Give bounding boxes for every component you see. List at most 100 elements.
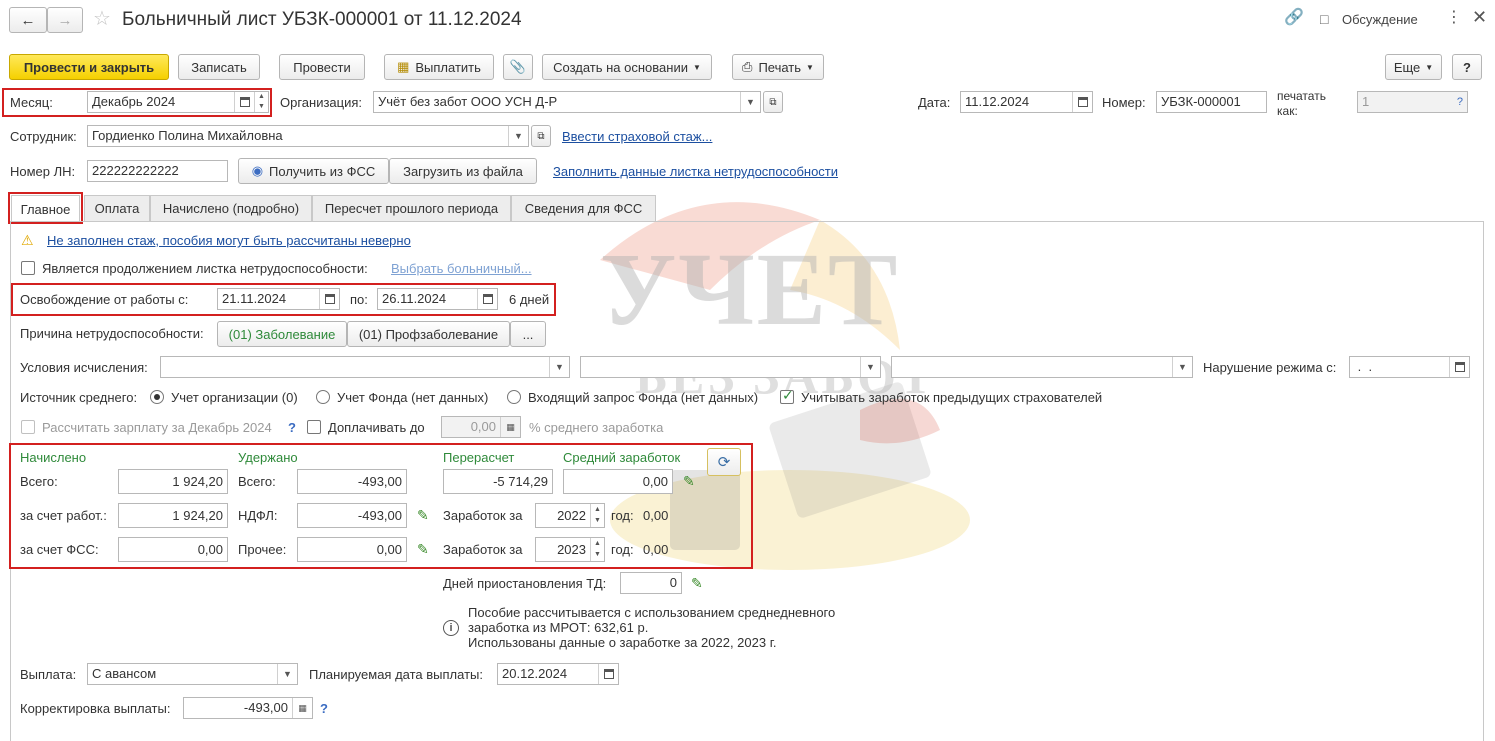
calendar-icon[interactable] [598, 664, 618, 684]
tab-payment[interactable]: Оплата [84, 195, 150, 221]
chevron-down-icon[interactable]: ▼ [1172, 357, 1192, 377]
calendar-icon[interactable] [234, 92, 254, 112]
favorite-star-icon[interactable]: ☆ [93, 8, 111, 30]
forward-button[interactable]: → [47, 7, 83, 33]
link-icon[interactable]: 🔗 [1284, 10, 1304, 26]
avg-source-org-radio[interactable] [150, 390, 164, 404]
chevron-down-icon[interactable]: ▼ [860, 357, 880, 377]
withheld-total-label: Всего: [238, 474, 276, 489]
release-from-field[interactable]: 21.11.2024 [217, 288, 340, 310]
chevron-down-icon[interactable]: ▼ [740, 92, 760, 112]
recalc-total-field[interactable]: -5 714,29 [443, 469, 553, 494]
suspend-field[interactable]: 0 [620, 572, 682, 594]
month-label: Месяц: [10, 95, 53, 110]
other-label: Прочее: [238, 542, 287, 557]
print-as-field[interactable]: 1 ? [1357, 91, 1468, 113]
employer-field[interactable]: 1 924,20 [118, 503, 228, 528]
earn1-year-label: год: [611, 508, 634, 523]
month-field[interactable]: Декабрь 2024 ▲ ▼ [87, 91, 269, 113]
continuation-label: Является продолжением листка нетрудоспос… [42, 261, 368, 276]
print-button[interactable]: ⎙ Печать ▼ [732, 54, 824, 80]
violation-field[interactable]: . . [1349, 356, 1470, 378]
reason-occupational-button[interactable]: (01) Профзаболевание [347, 321, 510, 347]
month-stepper[interactable]: ▲ ▼ [254, 92, 268, 112]
prev-insurers-checkbox[interactable]: ✓ [780, 387, 794, 404]
help-button[interactable]: ? [1452, 54, 1482, 80]
edit-other-pencil-icon[interactable]: ✎ [417, 541, 429, 558]
edit-avg-pencil-icon[interactable]: ✎ [683, 473, 695, 490]
chevron-down-icon[interactable]: ▼ [508, 126, 528, 146]
close-icon[interactable]: ✕ [1472, 8, 1487, 26]
chevron-down-icon[interactable]: ▼ [549, 357, 569, 377]
tab-recalc-past[interactable]: Пересчет прошлого периода [312, 195, 511, 221]
earn1-year-field[interactable]: 2022 ▲ ▼ [535, 503, 605, 528]
accrued-total-field[interactable]: 1 924,20 [118, 469, 228, 494]
ln-field[interactable]: 222222222222 [87, 160, 228, 182]
more-button[interactable]: Еще ▼ [1385, 54, 1442, 80]
tab-fss-info[interactable]: Сведения для ФСС [511, 195, 656, 221]
earn2-value: 0,00 [643, 542, 669, 557]
more-menu-icon[interactable]: ⋮ [1446, 10, 1462, 26]
paperclip-icon: 📎 [509, 59, 527, 74]
org-open-button[interactable]: ⧉ [763, 91, 783, 113]
conditions-field-3[interactable]: ▼ [891, 356, 1193, 378]
continuation-checkbox[interactable] [21, 261, 35, 275]
calendar-icon[interactable] [319, 289, 339, 309]
pay-icon: ▦ [397, 59, 410, 74]
earn2-year-stepper[interactable]: ▲ ▼ [590, 538, 604, 561]
reason-more-button[interactable]: ... [510, 321, 546, 347]
calc-salary-help[interactable]: ? [288, 420, 296, 436]
planned-date-field[interactable]: 20.12.2024 [497, 663, 619, 685]
avg-source-request-radio[interactable] [507, 390, 521, 404]
org-field[interactable]: Учёт без забот ООО УСН Д-Р ▼ [373, 91, 761, 113]
employee-field[interactable]: Гордиенко Полина Михайловна ▼ [87, 125, 529, 147]
load-file-button[interactable]: Загрузить из файла [389, 158, 537, 184]
calendar-icon[interactable] [477, 289, 497, 309]
pay-up-checkbox[interactable] [307, 420, 321, 434]
edit-ndfl-pencil-icon[interactable]: ✎ [417, 507, 429, 524]
number-field[interactable]: УБЗК-000001 [1156, 91, 1267, 113]
correction-help[interactable]: ? [320, 701, 328, 717]
earn2-year-field[interactable]: 2023 ▲ ▼ [535, 537, 605, 562]
reason-disease-button[interactable]: (01) Заболевание [217, 321, 347, 347]
save-button[interactable]: Записать [178, 54, 260, 80]
post-and-close-button[interactable]: Провести и закрыть [9, 54, 169, 80]
other-field[interactable]: 0,00 [297, 537, 407, 562]
insurance-link[interactable]: Ввести страховой стаж... [562, 129, 712, 145]
discussion-icon[interactable]: □ [1320, 11, 1328, 27]
post-button[interactable]: Провести [279, 54, 365, 80]
prev-insurers-label: Учитывать заработок предыдущих страховат… [801, 390, 1103, 405]
tab-main[interactable]: Главное [11, 195, 80, 222]
back-button[interactable]: ← [9, 7, 47, 33]
calendar-icon[interactable] [1449, 357, 1469, 377]
earn1-year-stepper[interactable]: ▲ ▼ [590, 504, 604, 527]
conditions-field-1[interactable]: ▼ [160, 356, 570, 378]
chevron-down-icon[interactable]: ▼ [277, 664, 297, 684]
avg-total-field[interactable]: 0,00 [563, 469, 673, 494]
create-based-button[interactable]: Создать на основании ▼ [542, 54, 712, 80]
date-field[interactable]: 11.12.2024 [960, 91, 1093, 113]
withheld-total-field[interactable]: -493,00 [297, 469, 407, 494]
earn1-value: 0,00 [643, 508, 669, 523]
warning-link[interactable]: Не заполнен стаж, пособия могут быть рас… [47, 233, 411, 249]
get-fss-button[interactable]: ◉ Получить из ФСС [238, 158, 389, 184]
edit-suspend-pencil-icon[interactable]: ✎ [691, 575, 703, 592]
calendar-icon[interactable] [1072, 92, 1092, 112]
ndfl-field[interactable]: -493,00 [297, 503, 407, 528]
calculator-icon[interactable]: ▦ [292, 698, 312, 718]
violation-value: . . [1354, 359, 1373, 374]
fss-field[interactable]: 0,00 [118, 537, 228, 562]
conditions-field-2[interactable]: ▼ [580, 356, 881, 378]
employee-open-button[interactable]: ⧉ [531, 125, 551, 147]
pay-button[interactable]: ▦ Выплатить [384, 54, 494, 80]
correction-field[interactable]: -493,00 ▦ [183, 697, 313, 719]
avg-source-fund-radio[interactable] [316, 390, 330, 404]
payment-field[interactable]: С авансом ▼ [87, 663, 298, 685]
refresh-button[interactable]: ⟳ [707, 448, 741, 476]
fill-sick-data-link[interactable]: Заполнить данные листка нетрудоспособнос… [553, 164, 838, 180]
choose-sick-link[interactable]: Выбрать больничный... [391, 261, 532, 277]
attach-button[interactable]: 📎 [503, 54, 533, 80]
tab-accrued-detail[interactable]: Начислено (подробно) [150, 195, 312, 221]
release-to-field[interactable]: 26.11.2024 [377, 288, 498, 310]
discussion-button[interactable]: Обсуждение [1342, 12, 1418, 28]
